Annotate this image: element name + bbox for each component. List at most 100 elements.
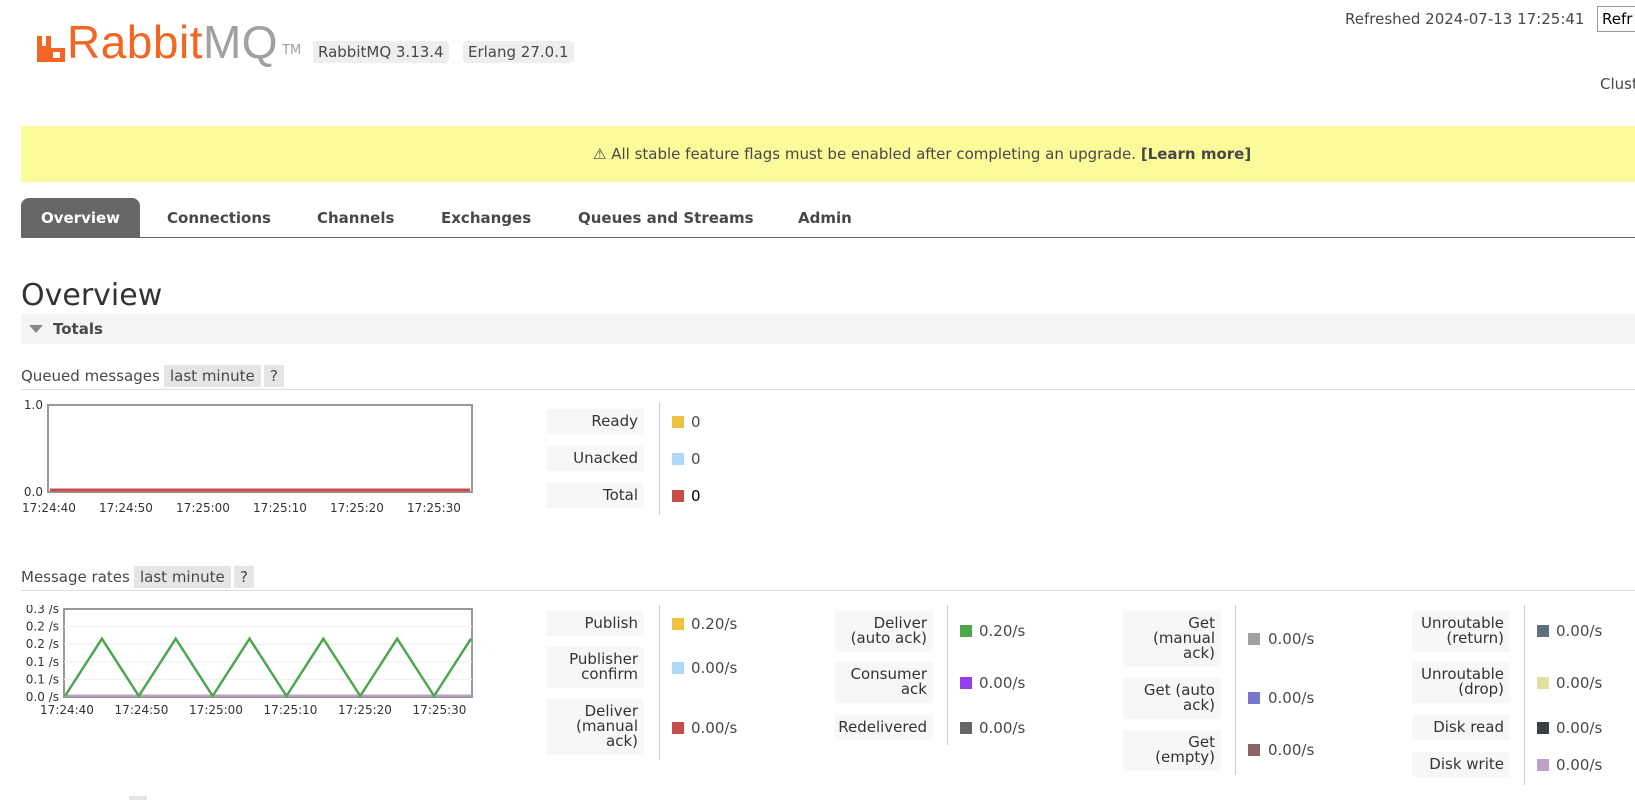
- queued-messages-label: Queued messages: [21, 367, 160, 385]
- rate-label-line: (empty): [1155, 748, 1215, 766]
- rate-swatch-get-auto-ack: [1248, 692, 1260, 704]
- totals-section-toggle[interactable]: Totals: [21, 314, 1635, 344]
- totals-heading: Totals: [53, 320, 103, 338]
- plot-frame: [47, 404, 473, 493]
- x-tick-label: 17:24:50: [115, 703, 169, 717]
- rate-label-line: ack): [1183, 696, 1215, 714]
- x-tick-label: 17:25:20: [338, 703, 392, 717]
- rate-swatch-publisher-confirm: [672, 662, 684, 674]
- legend-divider: [659, 605, 660, 760]
- message-rates-header: Message rates last minute ?: [21, 566, 1635, 591]
- rate-value-get-empty: 0.00/s: [1268, 741, 1315, 759]
- tab-admin[interactable]: Admin: [798, 198, 852, 237]
- rate-value-redelivered: 0.00/s: [979, 719, 1026, 737]
- queued-messages-chart: 0.0 1.0 17:24:40 17:24:50 17:25:00 17:25:10 17…: [17, 398, 497, 534]
- legend-swatch-total: [672, 490, 684, 502]
- queued-messages-header: Queued messages last minute ?: [21, 365, 1635, 390]
- rate-swatch-disk-read: [1537, 722, 1549, 734]
- x-tick-label: 17:24:40: [22, 501, 76, 515]
- rate-label-get-auto-ack: Get (auto ack): [1123, 678, 1221, 719]
- legend-value-unacked: 0: [691, 450, 701, 468]
- queued-messages-chart-svg: 0.0 1.0 17:24:40 17:24:50 17:25:00 17:25:10 17…: [22, 398, 473, 515]
- main-nav-tabs: Overview Connections Channels Exchanges …: [21, 198, 1635, 238]
- queued-range-selector[interactable]: last minute: [164, 365, 261, 387]
- rate-swatch-consumer-ack: [960, 677, 972, 689]
- learn-more-link[interactable]: [Learn more]: [1141, 145, 1251, 163]
- y-tick-label: 0.1 /s: [26, 672, 59, 686]
- logo-brand-rabbit: Rabbit: [67, 16, 203, 68]
- rate-swatch-get-empty: [1248, 744, 1260, 756]
- queued-help-button[interactable]: ?: [264, 365, 284, 387]
- logo-trademark: TM: [282, 43, 302, 58]
- x-tick-label: 17:25:10: [253, 501, 307, 515]
- banner-content: ⚠ All stable feature flags must be enabl…: [593, 145, 1251, 163]
- tab-channels[interactable]: Channels: [317, 198, 394, 237]
- tab-overview[interactable]: Overview: [21, 198, 140, 237]
- rate-swatch-publish: [672, 618, 684, 630]
- tab-exchanges[interactable]: Exchanges: [441, 198, 531, 237]
- rate-label-redelivered: Redelivered: [835, 715, 933, 740]
- legend-value-total: 0: [691, 487, 701, 505]
- rate-swatch-deliver-auto-ack: [960, 625, 972, 637]
- x-tick-label: 17:25:30: [413, 703, 467, 717]
- y-tick-label: 0.0: [24, 485, 43, 499]
- x-tick-label: 17:25:20: [330, 501, 384, 515]
- logo-brand-mq: MQ: [202, 16, 279, 68]
- rate-label-get-empty: Get (empty): [1123, 730, 1221, 771]
- y-tick-label: 0.0 /s: [26, 690, 59, 704]
- tab-connections[interactable]: Connections: [167, 198, 271, 237]
- tab-queues-and-streams[interactable]: Queues and Streams: [578, 198, 754, 237]
- rate-value-unroutable-drop: 0.00/s: [1556, 674, 1603, 692]
- erlang-version-badge: Erlang 27.0.1: [463, 41, 574, 63]
- x-tick-label: 17:25:30: [407, 501, 461, 515]
- rate-label-line: (return): [1446, 629, 1504, 647]
- legend-divider: [1235, 605, 1236, 775]
- rate-label-consumer-ack: Consumer ack: [835, 662, 933, 703]
- x-tick-label: 17:24:50: [99, 501, 153, 515]
- rate-value-get-manual-ack: 0.00/s: [1268, 630, 1315, 648]
- rate-value-deliver-auto-ack: 0.20/s: [979, 622, 1026, 640]
- message-rates-chart: 0.0 /s 0.1 /s 0.1 /s 0.2 /s 0.2 /s 0.3 /s 17:2…: [17, 602, 497, 734]
- warning-icon: ⚠: [593, 145, 607, 163]
- y-tick-label: 0.3 /s: [26, 605, 59, 616]
- rate-label-publish: Publish: [546, 611, 644, 636]
- legend-label-unacked: Unacked: [546, 446, 644, 471]
- rate-label-line: Disk write: [1429, 755, 1504, 773]
- legend-divider: [1524, 605, 1525, 785]
- rate-label-line: (drop): [1458, 680, 1504, 698]
- rate-value-disk-write: 0.00/s: [1556, 756, 1603, 774]
- feature-flags-banner: ⚠ All stable feature flags must be enabl…: [21, 126, 1635, 182]
- rate-label-line: Publish: [584, 614, 638, 632]
- next-section-pill: [129, 796, 147, 800]
- rates-help-button[interactable]: ?: [234, 566, 254, 588]
- rate-swatch-unroutable-return: [1537, 625, 1549, 637]
- rate-label-deliver-manual-ack: Deliver (manual ack): [546, 699, 644, 755]
- rate-value-unroutable-return: 0.00/s: [1556, 622, 1603, 640]
- rate-value-disk-read: 0.00/s: [1556, 719, 1603, 737]
- refreshed-timestamp: Refreshed 2024-07-13 17:25:41: [1345, 10, 1585, 28]
- rate-label-line: ack: [900, 680, 927, 698]
- rate-swatch-disk-write: [1537, 759, 1549, 771]
- rabbitmq-logo-icon: [37, 36, 65, 62]
- rabbitmq-logo[interactable]: Rabbit MQ TM: [35, 16, 302, 68]
- cluster-name: Clust: [1600, 75, 1635, 93]
- rate-label-get-manual-ack: Get (manual ack): [1123, 611, 1221, 667]
- rates-range-selector[interactable]: last minute: [134, 566, 231, 588]
- y-tick-label: 1.0: [24, 400, 43, 412]
- plot-frame: [63, 608, 473, 698]
- x-tick-label: 17:25:10: [264, 703, 318, 717]
- y-tick-label: 0.2 /s: [26, 620, 59, 634]
- rate-label-deliver-auto-ack: Deliver (auto ack): [835, 611, 933, 652]
- rate-swatch-deliver-manual-ack: [672, 722, 684, 734]
- collapse-arrow-icon: [29, 325, 43, 333]
- rate-label-line: (auto ack): [850, 629, 927, 647]
- rate-label-line: Disk read: [1433, 718, 1504, 736]
- rate-label-line: ack): [1183, 644, 1215, 662]
- page-title: Overview: [21, 278, 163, 313]
- rate-swatch-unroutable-drop: [1537, 677, 1549, 689]
- refresh-interval-select[interactable]: Refr: [1597, 6, 1635, 32]
- y-tick-label: 0.1 /s: [26, 655, 59, 669]
- rate-label-line: confirm: [581, 665, 638, 683]
- legend-swatch-unacked: [672, 453, 684, 465]
- legend-divider: [947, 605, 948, 745]
